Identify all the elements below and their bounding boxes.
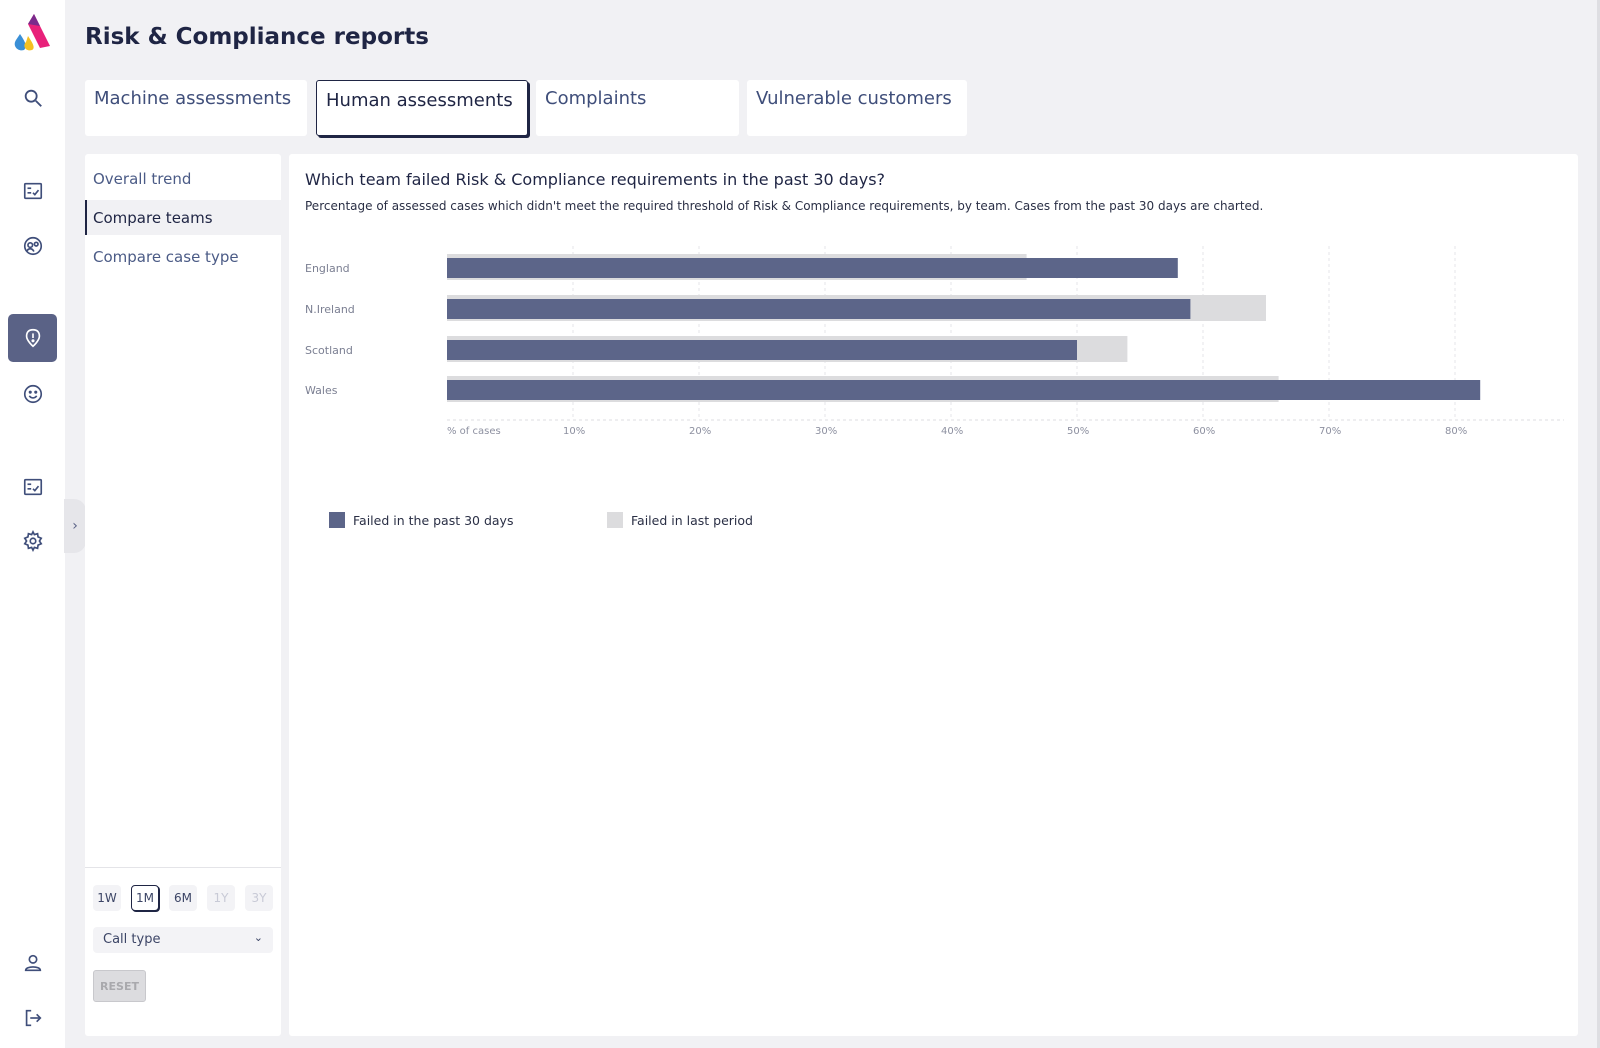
call-type-select[interactable]: Call type ⌄ bbox=[93, 927, 273, 953]
chevron-down-icon: ⌄ bbox=[253, 931, 263, 944]
checklist-icon[interactable] bbox=[8, 463, 57, 511]
tab-vulnerable-customers[interactable]: Vulnerable customers bbox=[747, 80, 967, 136]
category-label: England bbox=[305, 262, 350, 275]
smiley-icon[interactable] bbox=[8, 370, 57, 418]
legend-swatch-current bbox=[329, 512, 345, 528]
range-3y-button[interactable]: 3Y bbox=[245, 885, 273, 911]
subnav-compare-case-type[interactable]: Compare case type bbox=[85, 239, 281, 274]
range-1w-button[interactable]: 1W bbox=[93, 885, 121, 911]
category-label: Wales bbox=[305, 384, 338, 397]
divider bbox=[85, 867, 281, 868]
logout-icon[interactable] bbox=[8, 994, 57, 1042]
subnav-compare-teams[interactable]: Compare teams bbox=[85, 200, 281, 235]
gear-icon[interactable] bbox=[8, 517, 57, 565]
legend-swatch-previous bbox=[607, 512, 623, 528]
user-icon[interactable] bbox=[8, 939, 57, 987]
x-tick-label: 10% bbox=[563, 426, 585, 437]
x-tick-label: 80% bbox=[1445, 426, 1467, 437]
bar-past-30-days bbox=[447, 258, 1178, 278]
chevron-right-icon: › bbox=[72, 518, 78, 534]
x-tick-label: 40% bbox=[941, 426, 963, 437]
checklist-icon[interactable] bbox=[8, 167, 57, 215]
tab-human-assessments[interactable]: Human assessments bbox=[316, 80, 528, 136]
range-1y-button[interactable]: 1Y bbox=[207, 885, 235, 911]
search-icon[interactable] bbox=[8, 74, 57, 122]
legend-label-current: Failed in the past 30 days bbox=[353, 512, 514, 528]
x-tick-label: 50% bbox=[1067, 426, 1089, 437]
tab-complaints[interactable]: Complaints bbox=[536, 80, 739, 136]
legend-label-previous: Failed in last period bbox=[631, 512, 753, 528]
agents-icon[interactable] bbox=[8, 222, 57, 270]
risk-shield-icon[interactable] bbox=[8, 314, 57, 362]
x-tick-label: 30% bbox=[815, 426, 837, 437]
subnav-overall-trend[interactable]: Overall trend bbox=[85, 161, 281, 196]
page-title: Risk & Compliance reports bbox=[85, 24, 429, 50]
reset-button[interactable]: RESET bbox=[93, 970, 146, 1002]
chart-card: Which team failed Risk & Compliance requ… bbox=[289, 154, 1578, 1036]
expand-sidebar-button[interactable]: › bbox=[64, 499, 86, 553]
legend-item-current: Failed in the past 30 days bbox=[329, 512, 513, 528]
report-subnav-panel: Overall trend Compare teams Compare case… bbox=[85, 154, 281, 1036]
category-label: Scotland bbox=[305, 344, 353, 357]
x-axis-label: % of cases bbox=[447, 426, 501, 437]
select-value: Call type bbox=[103, 932, 161, 947]
bar-chart: 10% 20% 30% 40% 50% 60% 70% 80% % of cases Englan… bbox=[305, 246, 1564, 437]
tab-machine-assessments[interactable]: Machine assessments bbox=[85, 80, 307, 136]
app-logo[interactable] bbox=[10, 12, 56, 52]
icon-rail bbox=[0, 0, 65, 1048]
legend-item-previous: Failed in last period bbox=[607, 512, 753, 528]
x-tick-label: 60% bbox=[1193, 426, 1215, 437]
bar-past-30-days bbox=[447, 299, 1191, 319]
bar-past-30-days bbox=[447, 380, 1481, 400]
x-tick-label: 20% bbox=[689, 426, 711, 437]
range-1m-button[interactable]: 1M bbox=[131, 885, 159, 911]
category-label: N.Ireland bbox=[305, 303, 355, 316]
bar-past-30-days bbox=[447, 340, 1077, 360]
range-6m-button[interactable]: 6M bbox=[169, 885, 197, 911]
x-tick-label: 70% bbox=[1319, 426, 1341, 437]
